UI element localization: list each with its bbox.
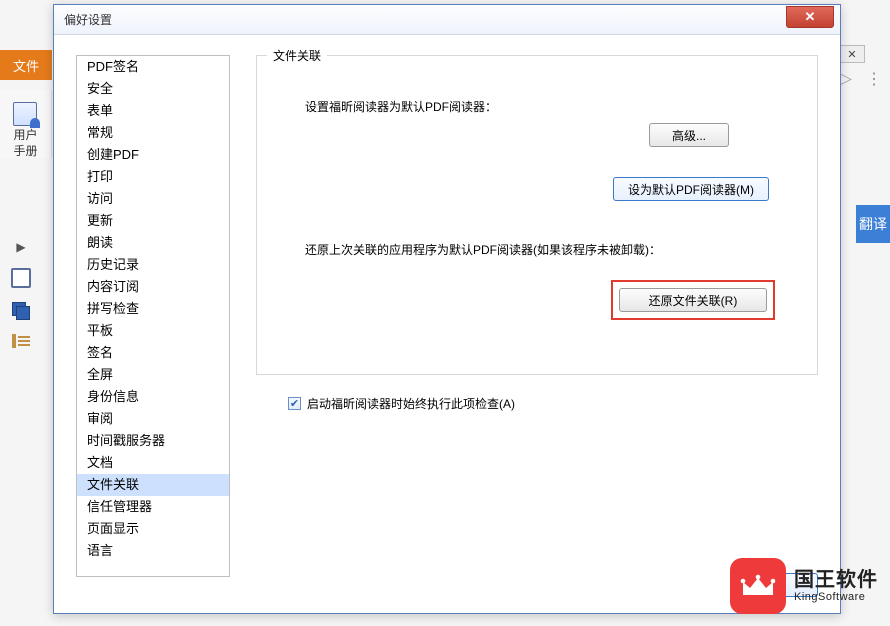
copies-icon[interactable] xyxy=(12,302,30,320)
translate-panel-tab[interactable]: 翻译 xyxy=(856,205,890,243)
category-item[interactable]: PDF签名 xyxy=(77,56,229,78)
manual-icon xyxy=(13,102,37,126)
category-item[interactable]: 更新 xyxy=(77,210,229,232)
restore-file-association-button[interactable]: 还原文件关联(R) xyxy=(619,288,767,312)
group-legend: 文件关联 xyxy=(267,47,327,64)
category-item[interactable]: 时间戳服务器 xyxy=(77,430,229,452)
close-icon: ✕ xyxy=(805,9,816,25)
set-default-label: 设置福昕阅读器为默认PDF阅读器： xyxy=(305,98,789,115)
category-item[interactable]: 文档 xyxy=(77,452,229,474)
user-manual-button[interactable]: 用户 手册 xyxy=(13,102,37,158)
watermark-text: 国王软件 KingSoftware xyxy=(794,569,878,603)
preferences-dialog: 偏好设置 ✕ PDF签名安全表单常规创建PDF打印访问更新朗读历史记录内容订阅拼… xyxy=(53,4,841,614)
category-item[interactable]: 签名 xyxy=(77,342,229,364)
left-ribbon: 文件 用户 手册 xyxy=(0,50,52,230)
category-item[interactable]: 打印 xyxy=(77,166,229,188)
category-item[interactable]: 安全 xyxy=(77,78,229,100)
category-item[interactable]: 创建PDF xyxy=(77,144,229,166)
category-item[interactable]: 文件关联 xyxy=(77,474,229,496)
category-item[interactable]: 表单 xyxy=(77,100,229,122)
chevron-right-icon[interactable]: ▶ xyxy=(16,240,25,254)
set-default-pdf-reader-button[interactable]: 设为默认PDF阅读器(M) xyxy=(613,177,769,201)
dialog-titlebar: 偏好设置 ✕ xyxy=(54,5,840,35)
page-icon[interactable] xyxy=(11,268,31,288)
watermark-logo: 国王软件 KingSoftware xyxy=(730,558,878,614)
category-item[interactable]: 内容订阅 xyxy=(77,276,229,298)
category-item[interactable]: 语言 xyxy=(77,540,229,562)
category-item[interactable]: 历史记录 xyxy=(77,254,229,276)
category-item[interactable]: 平板 xyxy=(77,320,229,342)
category-item[interactable]: 访问 xyxy=(77,188,229,210)
category-item[interactable]: 常规 xyxy=(77,122,229,144)
watermark-en: KingSoftware xyxy=(794,591,878,603)
file-association-group: 文件关联 设置福昕阅读器为默认PDF阅读器： 高级... 设为默认PDF阅读器(… xyxy=(256,55,818,375)
restore-highlight: 还原文件关联(R) xyxy=(611,280,775,320)
category-item[interactable]: 朗读 xyxy=(77,232,229,254)
category-item[interactable]: 审阅 xyxy=(77,408,229,430)
left-toolstrip: ▶ xyxy=(4,240,38,348)
restore-association-label: 还原上次关联的应用程序为默认PDF阅读器(如果该程序未被卸载)： xyxy=(305,241,789,258)
category-item[interactable]: 信任管理器 xyxy=(77,496,229,518)
dialog-body: PDF签名安全表单常规创建PDF打印访问更新朗读历史记录内容订阅拼写检查平板签名… xyxy=(54,35,840,613)
app-window-buttons: ✕ xyxy=(839,45,865,63)
category-item[interactable]: 拼写检查 xyxy=(77,298,229,320)
right-nav-icons: ▷ ⋮ xyxy=(838,68,882,89)
dialog-title: 偏好设置 xyxy=(64,11,112,28)
settings-pane: 文件关联 设置福昕阅读器为默认PDF阅读器： 高级... 设为默认PDF阅读器(… xyxy=(256,55,818,557)
category-list[interactable]: PDF签名安全表单常规创建PDF打印访问更新朗读历史记录内容订阅拼写检查平板签名… xyxy=(76,55,230,577)
category-item[interactable]: 全屏 xyxy=(77,364,229,386)
user-manual-label-2: 手册 xyxy=(13,144,37,158)
crown-logo-icon xyxy=(730,558,786,614)
category-item[interactable]: 身份信息 xyxy=(77,386,229,408)
startup-check-row[interactable]: ✔ 启动福昕阅读器时始终执行此项检查(A) xyxy=(288,395,818,412)
category-item[interactable]: 页面显示 xyxy=(77,518,229,540)
dialog-close-button[interactable]: ✕ xyxy=(786,6,834,28)
advanced-button[interactable]: 高级... xyxy=(649,123,729,147)
startup-check-checkbox[interactable]: ✔ xyxy=(288,397,301,410)
list-icon[interactable] xyxy=(12,334,30,348)
ribbon-vertical: 用户 手册 xyxy=(0,90,52,158)
file-tab[interactable]: 文件 xyxy=(0,50,52,80)
app-window-close[interactable]: ✕ xyxy=(839,45,865,63)
user-manual-label-1: 用户 xyxy=(13,128,37,142)
startup-check-label: 启动福昕阅读器时始终执行此项检查(A) xyxy=(307,395,515,412)
dots-icon[interactable]: ⋮ xyxy=(866,69,882,89)
watermark-cn: 国王软件 xyxy=(794,569,878,591)
